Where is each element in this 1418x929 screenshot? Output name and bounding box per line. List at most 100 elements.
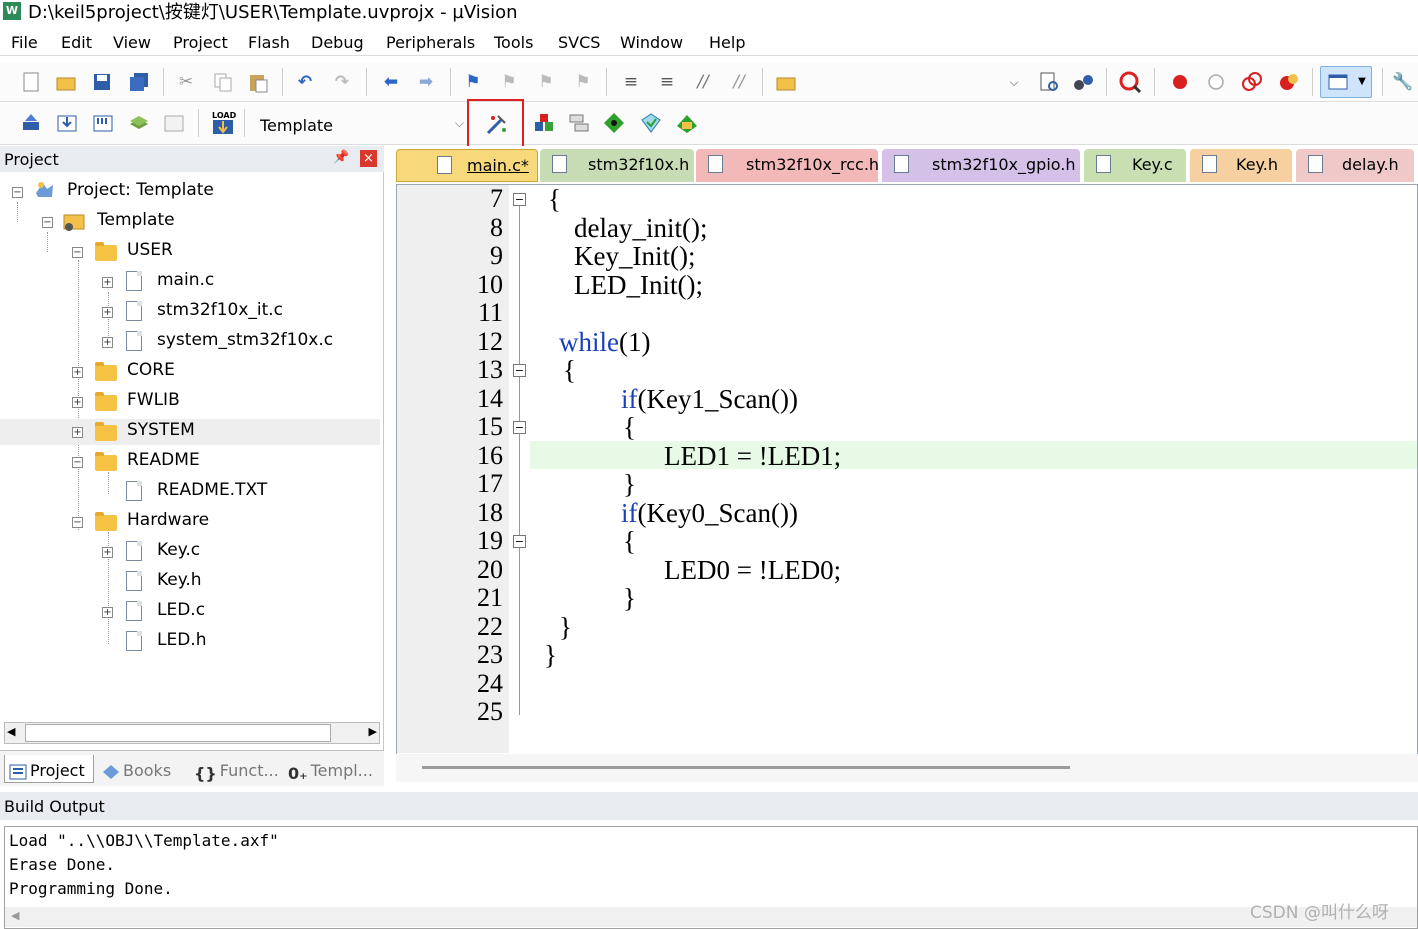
pin-icon[interactable]: 📌	[333, 150, 349, 165]
redo-icon[interactable]: ↷	[331, 71, 353, 93]
bookmark-icon[interactable]: ⚑	[462, 71, 484, 93]
tab-stm32f10x-h[interactable]: stm32f10x.h	[540, 149, 694, 182]
chevron-down-icon[interactable]: ⌵	[1003, 71, 1025, 93]
tab-main-c[interactable]: main.c*	[396, 149, 538, 182]
tree-item-readme-txt[interactable]: README.TXT	[0, 479, 380, 505]
tree-item-main-c[interactable]: + main.c	[0, 269, 380, 295]
tab-key-h[interactable]: Key.h	[1190, 149, 1292, 182]
open-file-icon[interactable]	[55, 71, 77, 93]
tree-item-key-h[interactable]: Key.h	[0, 569, 380, 595]
translate-icon[interactable]	[20, 112, 42, 134]
run-time-environment-icon[interactable]	[603, 112, 625, 134]
tab-stm32f10x-gpio-h[interactable]: stm32f10x_gpio.h	[882, 149, 1080, 182]
paste-icon[interactable]	[247, 71, 269, 93]
navigate-back-icon[interactable]: ⬅	[380, 71, 402, 93]
select-software-packs-icon[interactable]	[676, 112, 698, 134]
navigate-forward-icon[interactable]: ➡	[415, 71, 437, 93]
menu-svcs[interactable]: SVCS	[558, 33, 600, 52]
close-icon[interactable]: ×	[360, 150, 377, 167]
collapse-icon[interactable]: −	[42, 217, 53, 228]
build-output-scrollbar[interactable]: ◀	[5, 907, 1417, 927]
menu-view[interactable]: View	[113, 33, 151, 52]
menu-flash[interactable]: Flash	[248, 33, 290, 52]
next-bookmark-icon[interactable]: ⚑	[535, 71, 557, 93]
tree-item-readme[interactable]: − README	[0, 449, 380, 475]
tree-item-core[interactable]: + CORE	[0, 359, 380, 385]
tree-item-stm32f10x-it-c[interactable]: + stm32f10x_it.c	[0, 299, 380, 325]
new-file-icon[interactable]	[20, 71, 42, 93]
build-icon[interactable]	[56, 112, 78, 134]
scrollbar-thumb[interactable]	[25, 724, 331, 742]
clear-bookmarks-icon[interactable]: ⚑	[572, 71, 594, 93]
menu-help[interactable]: Help	[709, 33, 745, 52]
tab-templates[interactable]: 0₊ Templ...	[286, 755, 378, 783]
collapse-icon[interactable]: −	[72, 247, 83, 258]
disable-breakpoint-icon[interactable]	[1205, 71, 1227, 93]
window-layout-button[interactable]: ▼	[1320, 66, 1372, 98]
stop-build-icon[interactable]	[163, 112, 185, 134]
menu-edit[interactable]: Edit	[61, 33, 92, 52]
scroll-left-icon[interactable]: ◀	[11, 909, 19, 922]
tab-project[interactable]: Project	[4, 755, 94, 783]
fold-collapse-icon[interactable]: −	[513, 364, 526, 377]
tree-item-hardware[interactable]: − Hardware	[0, 509, 380, 535]
expand-icon[interactable]: +	[102, 307, 113, 318]
incremental-find-icon[interactable]	[1072, 71, 1094, 93]
tab-stm32f10x-rcc-h[interactable]: stm32f10x_rcc.h	[696, 149, 879, 182]
collapse-icon[interactable]: −	[72, 457, 83, 468]
configure-wrench-icon[interactable]: 🔧	[1392, 71, 1414, 93]
tree-item-system-stm32f10x-c[interactable]: + system_stm32f10x.c	[0, 329, 380, 355]
save-icon[interactable]	[91, 71, 113, 93]
tree-item-user[interactable]: − USER	[0, 239, 380, 265]
tab-key-c[interactable]: Key.c	[1084, 149, 1186, 182]
download-load-icon[interactable]: LOAD	[210, 109, 237, 137]
tree-item-template-group[interactable]: − Template	[0, 209, 380, 235]
scrollbar-thumb[interactable]	[422, 766, 1070, 769]
tab-books[interactable]: Books	[100, 755, 186, 783]
menu-project[interactable]: Project	[173, 33, 228, 52]
tab-delay-h[interactable]: delay.h	[1296, 149, 1414, 182]
undo-icon[interactable]: ↶	[294, 71, 316, 93]
tree-item-key-c[interactable]: + Key.c	[0, 539, 380, 565]
prev-bookmark-icon[interactable]: ⚑	[498, 71, 520, 93]
expand-icon[interactable]: +	[102, 547, 113, 558]
comment-icon[interactable]: //	[692, 71, 714, 93]
rebuild-icon[interactable]	[92, 112, 114, 134]
pack-installer-icon[interactable]	[640, 112, 662, 134]
tree-item-led-c[interactable]: + LED.c	[0, 599, 380, 625]
menu-debug[interactable]: Debug	[311, 33, 364, 52]
indent-icon[interactable]: ≡	[620, 71, 642, 93]
expand-icon[interactable]: +	[72, 397, 83, 408]
batch-build-icon[interactable]	[128, 112, 150, 134]
tree-item-project[interactable]: − Project: Template	[0, 179, 380, 205]
collapse-icon[interactable]: −	[12, 187, 23, 198]
find-in-files-icon[interactable]	[775, 71, 797, 93]
fold-collapse-icon[interactable]: −	[513, 535, 526, 548]
menu-peripherals[interactable]: Peripherals	[386, 33, 475, 52]
search-document-icon[interactable]	[1038, 71, 1060, 93]
save-all-icon[interactable]	[128, 71, 150, 93]
project-horizontal-scrollbar[interactable]: ◀ ▶	[4, 722, 380, 744]
fold-collapse-icon[interactable]: −	[513, 421, 526, 434]
breakpoint-icon[interactable]	[1169, 71, 1191, 93]
expand-icon[interactable]: +	[72, 427, 83, 438]
disable-all-breakpoints-icon[interactable]	[1241, 71, 1263, 93]
expand-icon[interactable]: +	[102, 607, 113, 618]
expand-icon[interactable]: +	[102, 337, 113, 348]
menu-tools[interactable]: Tools	[494, 33, 533, 52]
menu-file[interactable]: File	[11, 33, 38, 52]
fold-collapse-icon[interactable]: −	[513, 193, 526, 206]
uncomment-icon[interactable]: //	[728, 71, 750, 93]
build-output-panel[interactable]: Load "..\\OBJ\\Template.axf" Erase Done.…	[4, 826, 1418, 929]
tree-item-led-h[interactable]: LED.h	[0, 629, 380, 655]
expand-icon[interactable]: +	[72, 367, 83, 378]
kill-all-breakpoints-icon[interactable]	[1277, 71, 1299, 93]
collapse-icon[interactable]: −	[72, 517, 83, 528]
unindent-icon[interactable]: ≡	[656, 71, 678, 93]
target-select[interactable]: Template ⌵	[250, 110, 470, 138]
file-extensions-icon[interactable]	[568, 112, 590, 134]
tab-functions[interactable]: {} Funct...	[192, 755, 280, 783]
cut-icon[interactable]: ✂	[175, 71, 197, 93]
code-editor[interactable]: 7 8 9 10 11 12 13 14 15 16 17 18 19 20 2…	[396, 184, 1418, 756]
manage-components-icon[interactable]	[533, 112, 555, 134]
